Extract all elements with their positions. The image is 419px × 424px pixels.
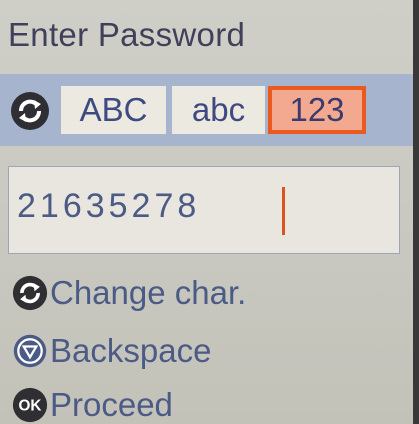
ok-button-icon: OK	[12, 387, 48, 423]
rotate-arrows-icon	[12, 275, 48, 311]
rotate-arrows-icon[interactable]	[10, 91, 50, 131]
text-caret	[282, 187, 285, 235]
hint-proceed-label: Proceed	[50, 386, 173, 423]
device-bezel	[413, 0, 419, 424]
triangle-button-icon	[13, 334, 47, 368]
password-value: 21635278	[17, 187, 201, 225]
hint-backspace-label: Backspace	[50, 332, 212, 369]
hint-change-char-label: Change char.	[50, 274, 247, 311]
password-screen: Enter Password ABC abc 123 21635278 Chan…	[0, 0, 419, 424]
svg-text:OK: OK	[19, 397, 42, 414]
hint-proceed: OK Proceed	[12, 386, 173, 424]
hint-change-char: Change char.	[12, 274, 246, 312]
password-input[interactable]: 21635278	[8, 166, 400, 254]
page-title: Enter Password	[8, 16, 246, 53]
mode-uppercase-button[interactable]: ABC	[61, 86, 166, 134]
hint-backspace: Backspace	[12, 332, 211, 370]
mode-lowercase-button[interactable]: abc	[172, 86, 265, 134]
mode-numeric-button[interactable]: 123	[268, 86, 366, 134]
